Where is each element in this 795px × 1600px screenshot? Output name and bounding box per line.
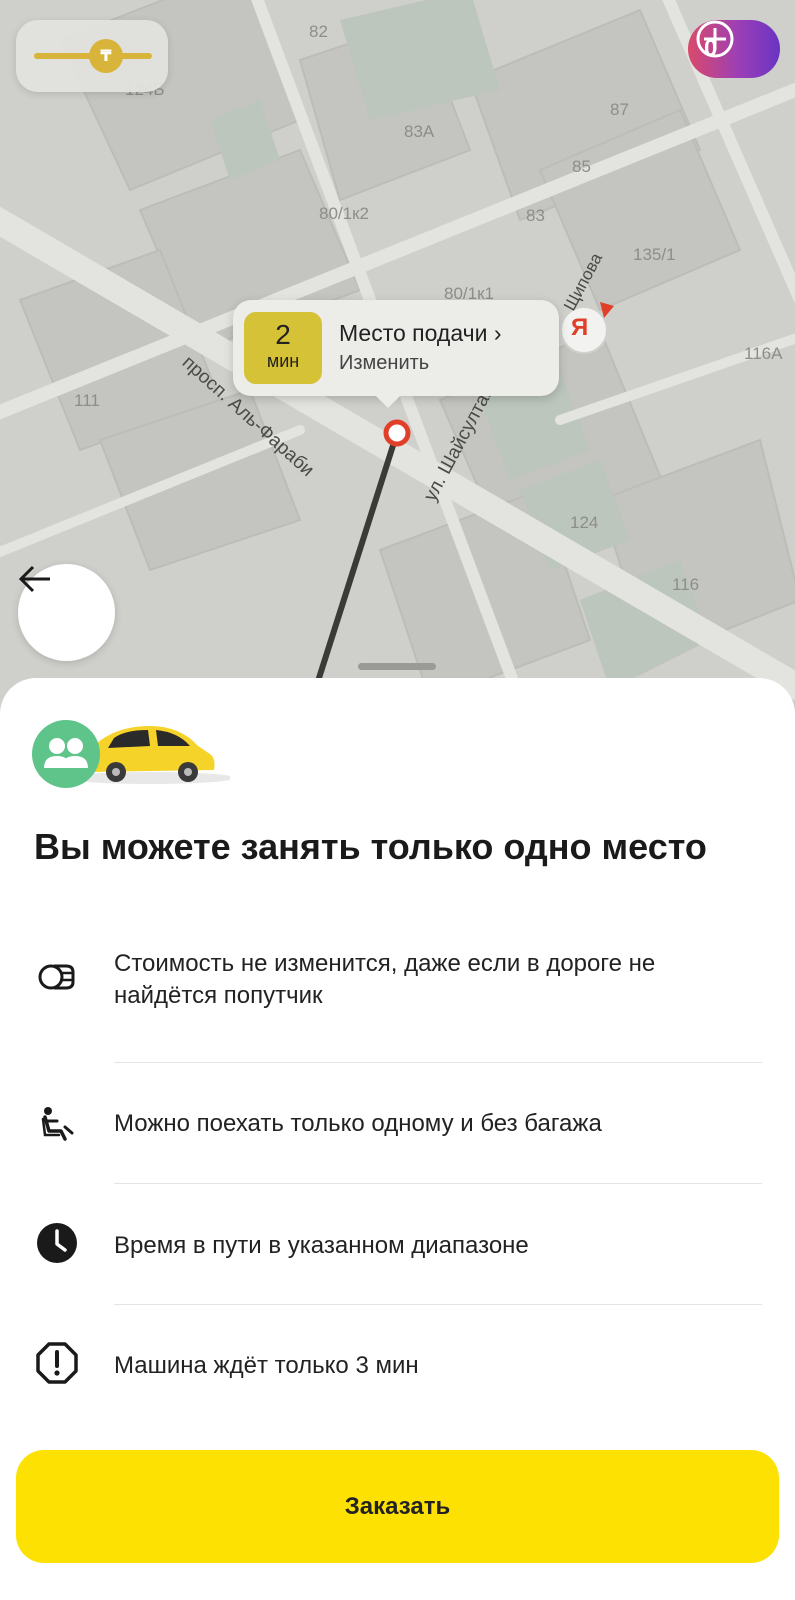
building-number: 83 bbox=[526, 206, 545, 225]
eta-minutes: 2 bbox=[275, 319, 291, 350]
divider bbox=[114, 1183, 762, 1184]
sheet-drag-handle[interactable] bbox=[358, 663, 436, 670]
feature-text: Можно поехать только одному и без багажа bbox=[114, 1110, 602, 1137]
alert-icon bbox=[36, 1342, 78, 1384]
sheet-heading: Вы можете занять только одно место bbox=[34, 826, 707, 867]
building-number: 124 bbox=[570, 513, 599, 532]
plus-badge[interactable]: 0 bbox=[688, 20, 780, 78]
feature-text: Машина ждёт только 3 мин bbox=[114, 1352, 419, 1379]
pickup-point-card[interactable]: 2 мин Место подачи › Изменить bbox=[233, 300, 559, 408]
building-number: 116А bbox=[744, 344, 783, 363]
shared-ride-illustration bbox=[32, 720, 230, 788]
pickup-change-link[interactable]: Изменить bbox=[339, 352, 429, 375]
coins-icon bbox=[36, 956, 78, 998]
seated-person-icon bbox=[36, 1102, 78, 1144]
eta-badge: 2 мин bbox=[244, 312, 322, 384]
clock-icon bbox=[36, 1222, 78, 1264]
feature-text: Время в пути в указанном диапазоне bbox=[114, 1232, 529, 1259]
tariff-pill[interactable]: ₸ bbox=[16, 20, 168, 92]
arrow-left-icon bbox=[18, 565, 50, 593]
plus-icon bbox=[696, 20, 734, 58]
tenge-lightning-icon: ₸ bbox=[89, 39, 123, 73]
building-number: 82 bbox=[309, 22, 328, 41]
back-button[interactable] bbox=[18, 564, 115, 661]
building-number: 116 bbox=[672, 575, 700, 594]
pickup-title-text: Место подачи bbox=[339, 320, 488, 346]
eta-unit: мин bbox=[266, 351, 300, 371]
building-number: 111 bbox=[74, 391, 100, 410]
order-button[interactable]: Заказать bbox=[16, 1450, 779, 1563]
building-number: 135/1 bbox=[633, 245, 676, 264]
map-view[interactable]: 82 124Б 83А 87 85 80/1к2 83 135/1 80/1к1… bbox=[0, 0, 795, 700]
divider bbox=[114, 1062, 762, 1063]
building-number: 80/1к2 bbox=[319, 204, 369, 223]
yandex-logo: Я bbox=[571, 314, 589, 341]
divider bbox=[114, 1304, 762, 1305]
building-number: 85 bbox=[572, 157, 591, 176]
pickup-title: Место подачи › bbox=[339, 320, 502, 347]
chevron-right-icon: › bbox=[493, 320, 502, 346]
feature-text: Стоимость не изменится, даже если в доро… bbox=[114, 950, 656, 1009]
building-number: 83А bbox=[404, 122, 435, 141]
building-number: 87 bbox=[610, 100, 629, 119]
